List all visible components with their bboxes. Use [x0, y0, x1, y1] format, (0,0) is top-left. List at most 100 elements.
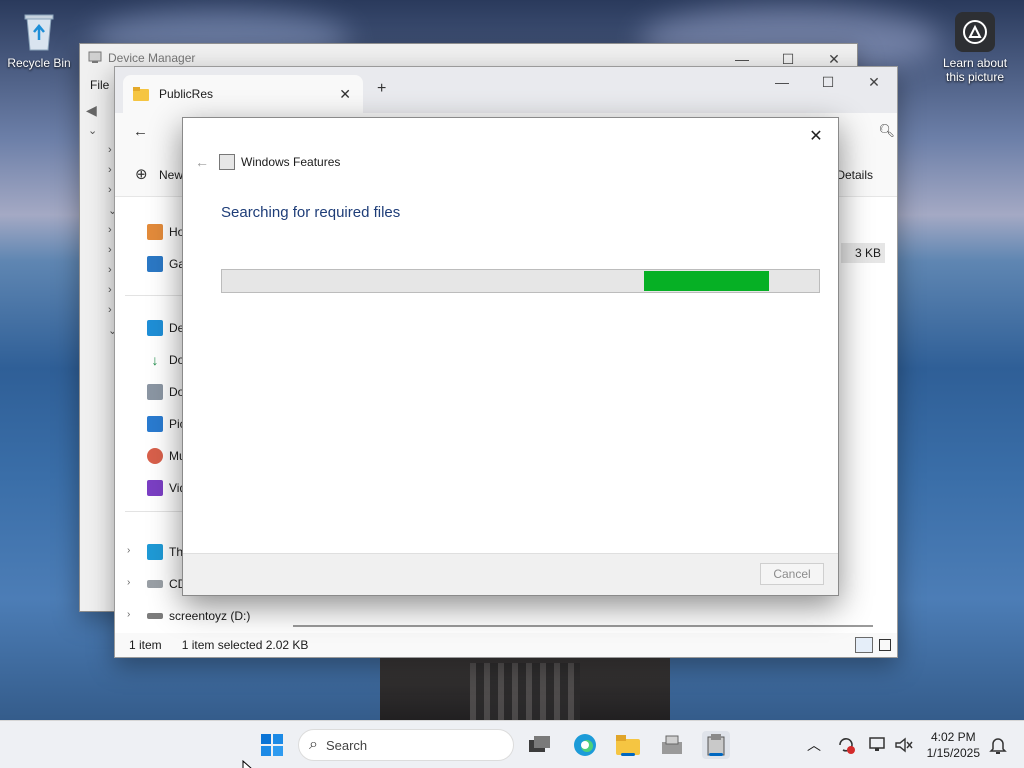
dm-tree-chevron[interactable]: ⌄ [80, 124, 116, 144]
tab-close-icon[interactable]: ✕ [339, 86, 351, 103]
windows-logo-icon [261, 734, 283, 756]
cancel-button[interactable]: Cancel [760, 563, 824, 585]
new-button[interactable]: New [159, 168, 183, 182]
bell-icon [989, 738, 1007, 754]
notifications-button[interactable] [984, 731, 1012, 759]
explorer-maximize-button[interactable]: ☐ [805, 67, 851, 97]
dm-tree-chevron[interactable]: › [80, 284, 116, 304]
dialog-title: Windows Features [241, 155, 341, 169]
dm-tree-chevron[interactable]: › [80, 224, 116, 244]
taskbar-clock[interactable]: 4:02 PM 1/15/2025 [927, 729, 980, 761]
dm-tree-chevron[interactable]: › [80, 184, 116, 204]
sync-alert-icon [839, 738, 855, 754]
dm-tree-chevron[interactable]: › [80, 264, 116, 284]
back-arrow-icon[interactable]: ← [133, 123, 148, 140]
dm-back-icon[interactable]: ◀ [86, 102, 97, 119]
tiles-view-icon[interactable] [879, 639, 891, 651]
dm-tree-chevron[interactable]: ⌄ [80, 324, 117, 344]
show-hidden-icons-button[interactable]: ︿ [800, 731, 828, 759]
nav-label: screentoyz (D:) [169, 609, 251, 623]
explorer-status-bar: 1 item 1 item selected 2.02 KB [115, 633, 897, 657]
explorer-tab[interactable]: PublicRes ✕ [123, 75, 363, 113]
monitor-icon [147, 544, 163, 560]
nav-item-downloads[interactable]: ↓ Do [147, 349, 184, 371]
document-icon [147, 384, 163, 400]
edge-button[interactable] [571, 731, 599, 759]
drive-icon [147, 613, 163, 619]
clock-time: 4:02 PM [930, 730, 976, 744]
clock-date: 1/15/2025 [926, 746, 980, 760]
search-icon: ⌕ [309, 736, 318, 753]
download-icon: ↓ [147, 352, 163, 368]
nav-item-home[interactable]: Ho [147, 221, 184, 243]
plus-circle-icon[interactable]: ⊕ [135, 165, 148, 183]
network-button[interactable] [864, 731, 892, 759]
camera-info-icon [955, 12, 995, 52]
desktop-pier [380, 655, 670, 725]
dm-tree-chevron[interactable]: › [80, 244, 116, 264]
taskbar-search[interactable]: ⌕ Search [298, 729, 514, 761]
volume-button[interactable] [890, 731, 918, 759]
chevron-right-icon[interactable]: › [127, 577, 130, 588]
start-button[interactable] [258, 731, 286, 759]
dm-menu-file[interactable]: File [90, 78, 109, 92]
drive-icon [147, 580, 163, 588]
task-view-button[interactable] [526, 731, 554, 759]
recycle-bin-desktop-icon[interactable]: Recycle Bin [4, 10, 74, 70]
nav-item-this-pc[interactable]: Th [147, 541, 183, 563]
windows-features-taskbar-button[interactable] [702, 731, 730, 759]
device-manager-icon [88, 50, 102, 64]
progress-fill [644, 271, 770, 291]
dialog-header: Windows Features [219, 154, 340, 170]
dialog-close-button[interactable]: ✕ [802, 122, 830, 150]
nav-item-documents[interactable]: Do [147, 381, 184, 403]
search-icon[interactable]: 🔍︎ [878, 123, 895, 139]
dm-tree-chevron[interactable]: ⌄ [80, 204, 117, 224]
active-indicator [709, 753, 723, 756]
explorer-close-button[interactable]: ✕ [851, 67, 897, 97]
details-button[interactable]: Details [836, 168, 873, 182]
nav-item-gallery[interactable]: Ga [147, 253, 185, 275]
status-item-count: 1 item [129, 638, 162, 652]
chevron-right-icon[interactable]: › [127, 609, 130, 620]
explorer-minimize-button[interactable]: — [759, 67, 805, 97]
update-status-button[interactable] [832, 731, 860, 759]
device-manager-icon [662, 735, 682, 754]
explorer-tabstrip: PublicRes ✕ + — ☐ ✕ [115, 67, 897, 113]
folder-icon [616, 735, 640, 755]
home-icon [147, 224, 163, 240]
horizontal-scrollbar[interactable] [293, 625, 873, 627]
device-manager-title: Device Manager [108, 51, 196, 65]
nav-item-music[interactable]: Mu [147, 445, 186, 467]
folder-icon [133, 87, 149, 101]
dm-tree-chevron[interactable]: › [80, 144, 116, 164]
file-explorer-taskbar-button[interactable] [614, 731, 642, 759]
windows-features-icon [219, 154, 235, 170]
dialog-heading: Searching for required files [221, 204, 401, 221]
volume-muted-icon [895, 737, 913, 753]
dm-tree: ⌄ › › › ⌄ › › › › › ⌄ [80, 124, 117, 344]
active-indicator [621, 753, 635, 756]
file-size-cell: 3 KB [841, 243, 885, 263]
nav-item-videos[interactable]: Vid [147, 477, 186, 499]
dm-tree-chevron[interactable]: › [80, 164, 116, 184]
dialog-back-icon[interactable]: ← [191, 152, 213, 172]
nav-label: Th [169, 545, 184, 559]
nav-item-screentoyz[interactable]: screentoyz (D:) [147, 605, 250, 627]
chevron-up-icon: ︿ [807, 737, 821, 753]
dialog-footer: Cancel [183, 553, 838, 595]
gallery-icon [147, 256, 163, 272]
nav-item-pictures[interactable]: Pic [147, 413, 186, 435]
nav-item-cd-drive[interactable]: CD [147, 573, 186, 595]
nav-item-desktop[interactable]: De [147, 317, 184, 339]
learn-picture-desktop-icon[interactable]: Learn about this picture [940, 12, 1010, 84]
network-icon [869, 737, 885, 751]
details-view-icon[interactable] [855, 637, 873, 653]
chevron-right-icon[interactable]: › [127, 545, 130, 556]
video-icon [147, 480, 163, 496]
new-tab-button[interactable]: + [377, 80, 386, 98]
windows-features-dialog: ✕ ← Windows Features Searching for requi… [182, 117, 839, 596]
device-manager-taskbar-button[interactable] [658, 731, 686, 759]
edge-browser-icon [574, 734, 596, 756]
dm-tree-chevron[interactable]: › [80, 304, 116, 324]
